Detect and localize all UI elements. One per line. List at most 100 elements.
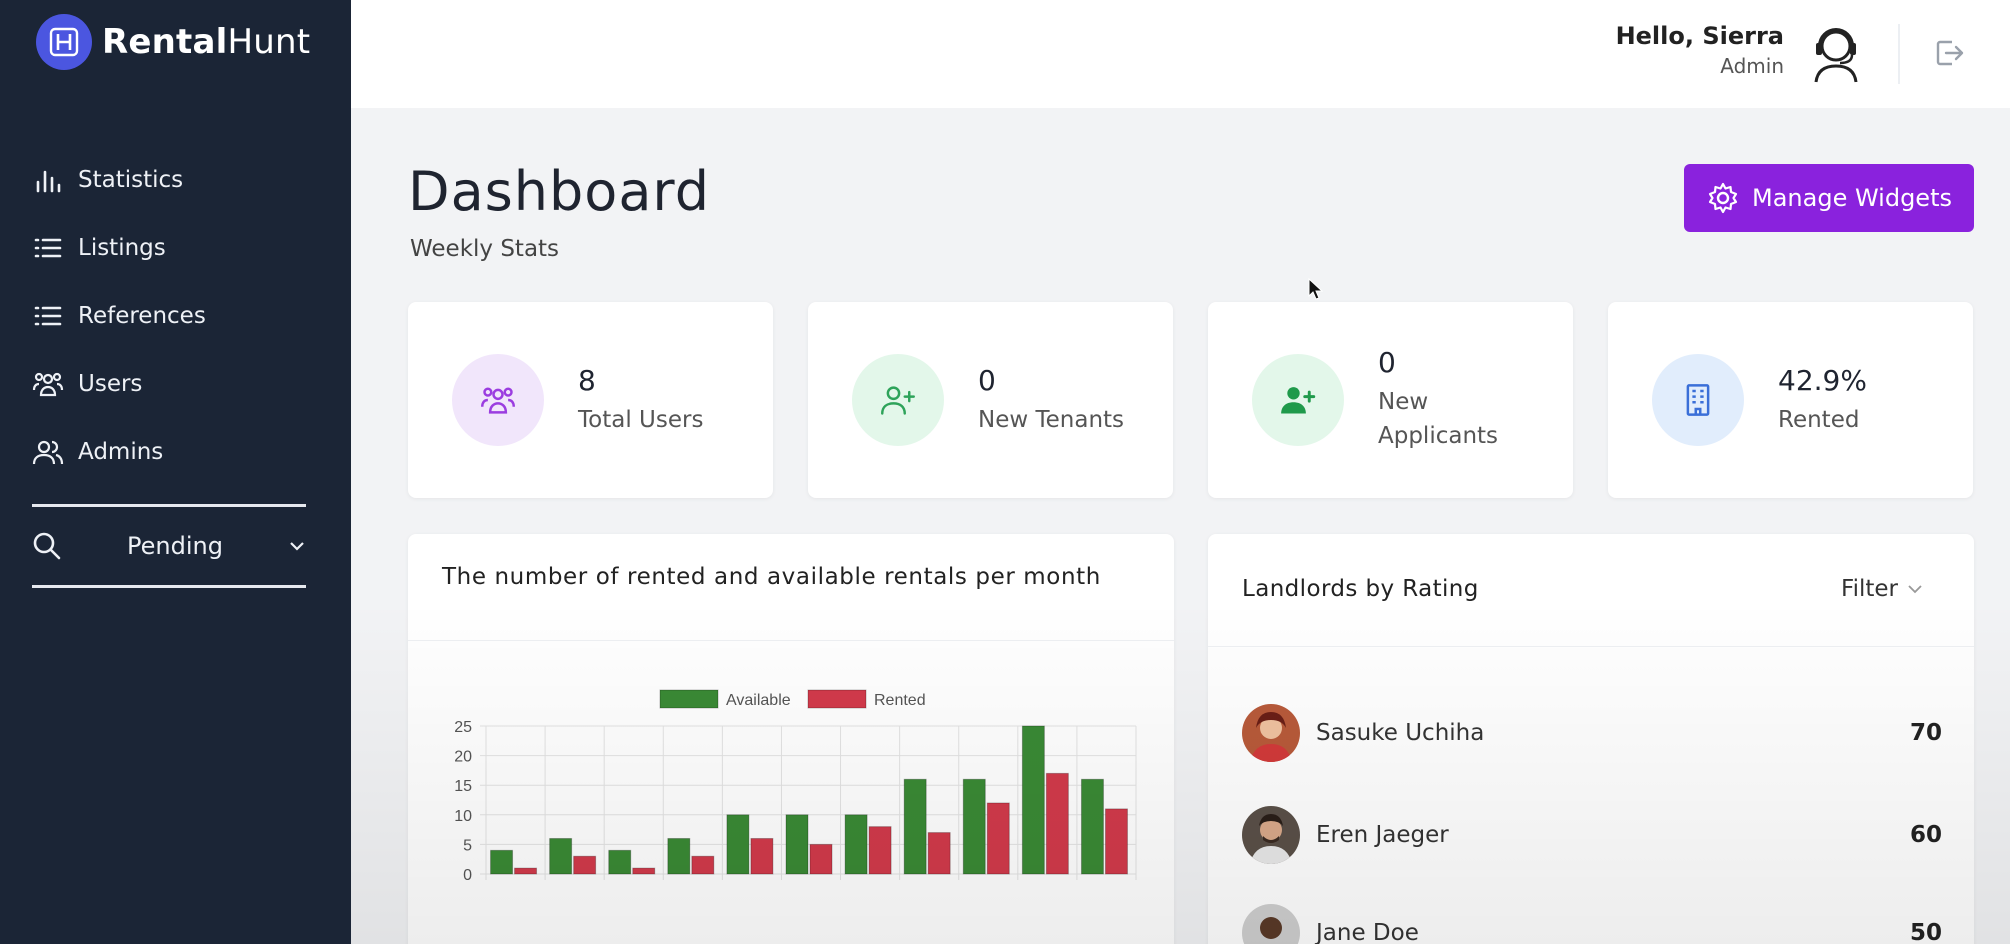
sidebar-item-listings[interactable]: Listings — [32, 214, 322, 282]
bar-available — [667, 837, 691, 875]
legend-label: Available — [726, 692, 791, 709]
landlords-card: Landlords by Rating Filter Sasuke Uchiha… — [1208, 534, 1974, 944]
sidebar-item-admins[interactable]: Admins — [32, 418, 322, 486]
bar-chart-icon — [36, 170, 61, 193]
sidebar-item-label: Users — [78, 371, 143, 397]
sidebar-item-label: Listings — [78, 235, 166, 261]
card-divider — [1208, 646, 1974, 647]
bar-available — [1021, 725, 1045, 875]
avatar — [1242, 704, 1300, 762]
users-group-icon — [32, 372, 64, 397]
sidebar-item-references[interactable]: References — [32, 282, 322, 350]
avatar[interactable] — [1802, 18, 1870, 86]
y-tick-label: 5 — [463, 837, 472, 854]
chevron-down-icon — [290, 542, 304, 551]
bar-rented — [986, 802, 1010, 875]
y-tick-label: 25 — [454, 719, 472, 736]
stat-value: 42.9% — [1778, 364, 1867, 397]
page-title: Dashboard — [408, 160, 710, 223]
card-divider — [408, 640, 1174, 641]
landlord-score: 60 — [1909, 822, 1942, 848]
bar-rented — [750, 837, 774, 875]
bar-available — [903, 778, 927, 875]
y-tick-label: 20 — [454, 749, 472, 766]
filter-label: Filter — [1841, 576, 1898, 602]
landlord-score: 70 — [1909, 720, 1942, 746]
bar-available — [549, 837, 573, 875]
rentals-chart-card: The number of rented and available renta… — [408, 534, 1174, 944]
bar-rented — [514, 867, 538, 875]
landlord-row[interactable]: Sasuke Uchiha 70 — [1242, 704, 1942, 762]
legend-swatch — [659, 689, 719, 709]
sidebar-item-label: Statistics — [78, 167, 184, 193]
user-role: Admin — [1720, 54, 1784, 78]
bar-available — [608, 849, 632, 875]
bar-available — [785, 814, 809, 875]
sidebar-divider — [32, 504, 306, 507]
search-icon — [33, 532, 61, 560]
pending-label: Pending — [127, 532, 223, 560]
users-icon — [32, 440, 64, 465]
landlord-name: Jane Doe — [1316, 920, 1419, 944]
topbar-separator — [1898, 24, 1900, 84]
landlord-row[interactable]: Eren Jaeger 60 — [1242, 806, 1942, 864]
gear-icon — [1708, 182, 1738, 214]
list-icon — [34, 306, 62, 326]
brand-name: RentalHunt — [102, 22, 311, 62]
y-tick-label: 10 — [454, 808, 472, 825]
y-tick-label: 0 — [463, 867, 472, 884]
sidebar-item-statistics[interactable]: Statistics — [32, 146, 322, 214]
bar-rented — [868, 826, 892, 875]
top-bar: Hello, Sierra Admin — [351, 0, 2010, 108]
sidebar-nav: Statistics Listings References Users Adm… — [32, 146, 322, 486]
user-plus-outline-icon — [852, 354, 944, 446]
filter-dropdown[interactable]: Filter — [1841, 576, 1924, 602]
stat-value: 0 — [978, 364, 996, 397]
chevron-down-icon — [1908, 585, 1922, 594]
sidebar-item-users[interactable]: Users — [32, 350, 322, 418]
rentals-bar-chart: Available Rented 25 20 15 10 5 0 — [454, 689, 1137, 884]
manage-widgets-label: Manage Widgets — [1752, 184, 1952, 212]
stat-value: 0 — [1378, 346, 1396, 379]
bar-available — [1080, 778, 1104, 875]
landlord-score: 50 — [1909, 920, 1942, 944]
user-greeting: Hello, Sierra Admin — [1616, 22, 1784, 78]
stat-value: 8 — [578, 364, 596, 397]
landlords-title: Landlords by Rating — [1242, 576, 1479, 602]
pending-dropdown[interactable]: Pending — [32, 518, 306, 574]
chart-title: The number of rented and available renta… — [442, 564, 1101, 590]
mouse-cursor-icon — [1308, 278, 1324, 300]
sidebar-item-label: References — [78, 303, 206, 329]
stat-label: Rented — [1778, 407, 1860, 433]
user-plus-solid-icon — [1252, 354, 1344, 446]
bar-rented — [573, 855, 597, 875]
sidebar-divider — [32, 585, 306, 588]
bar-rented — [1104, 808, 1128, 875]
list-icon — [34, 238, 62, 258]
bar-available — [726, 814, 750, 875]
rentalhunt-logo-icon — [36, 14, 92, 70]
sidebar: RentalHunt Statistics Listings Reference… — [0, 0, 351, 944]
bar-available — [962, 778, 986, 875]
bar-rented — [632, 867, 656, 875]
legend-label: Rented — [874, 692, 926, 709]
manage-widgets-button[interactable]: Manage Widgets — [1684, 164, 1974, 232]
stat-card-rented: 42.9% Rented — [1608, 302, 1973, 498]
bar-available — [490, 849, 514, 875]
avatar — [1242, 904, 1300, 944]
landlord-name: Sasuke Uchiha — [1316, 720, 1485, 746]
logout-icon[interactable] — [1932, 36, 1966, 70]
brand[interactable]: RentalHunt — [36, 14, 310, 70]
sidebar-item-label: Admins — [78, 439, 164, 465]
bar-rented — [927, 832, 951, 875]
users-group-icon — [452, 354, 544, 446]
page-subtitle: Weekly Stats — [410, 236, 560, 262]
bar-rented — [1045, 772, 1069, 875]
y-tick-label: 15 — [454, 778, 472, 795]
bar-rented — [809, 843, 833, 875]
stat-label: New Applicants — [1378, 389, 1499, 449]
stat-card-total-users: 8 Total Users — [408, 302, 773, 498]
building-icon — [1652, 354, 1744, 446]
landlord-name: Eren Jaeger — [1316, 822, 1449, 848]
landlord-row[interactable]: Jane Doe 50 — [1242, 904, 1942, 944]
